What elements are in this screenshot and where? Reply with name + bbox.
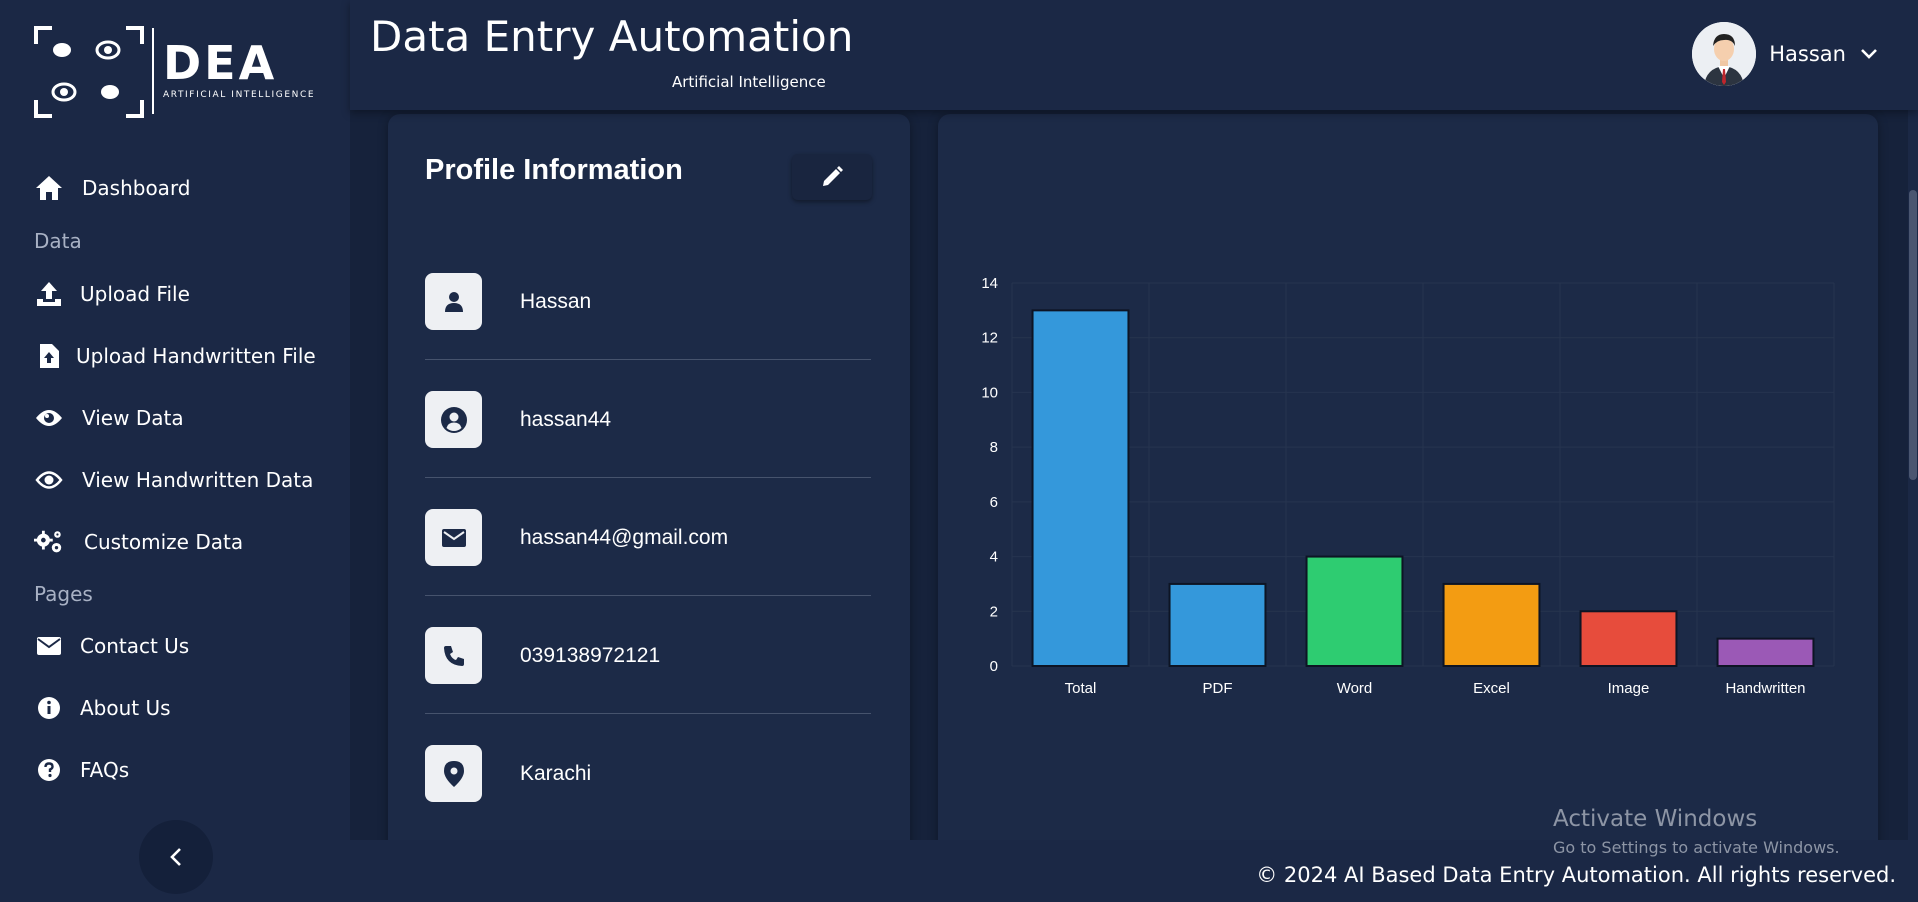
page-subtitle: Artificial Intelligence: [672, 73, 826, 91]
bar: [1442, 582, 1541, 667]
y-tick-label: 4: [990, 549, 998, 566]
section-label-data: Data: [34, 229, 82, 253]
profile-email-value: hassan44@gmail.com: [520, 526, 729, 549]
profile-phone-value: 039138972121: [520, 644, 661, 667]
logo-text: DEA: [163, 36, 278, 90]
file-type-bar-chart: 0 2 4 6 8 10 12 14 Total PDF Word Excel Image Handwri…: [981, 275, 1835, 697]
logo-divider: [152, 28, 154, 114]
sidebar-item-label: Contact Us: [80, 634, 190, 658]
sidebar-item-faqs[interactable]: FAQs: [34, 750, 129, 790]
profile-row-email: hassan44@gmail.com: [425, 478, 871, 596]
user-icon: [425, 273, 482, 330]
logo[interactable]: DEA ARTIFICIAL INTELLIGENCE: [0, 0, 350, 130]
sidebar-item-label: Customize Data: [84, 530, 244, 554]
sidebar-item-view-data[interactable]: View Data: [34, 398, 184, 438]
cogs-icon: [34, 527, 64, 557]
y-tick-label: 12: [981, 330, 998, 347]
logo-mark-icon: [34, 26, 144, 118]
pencil-icon: [823, 166, 843, 186]
home-icon: [34, 173, 64, 203]
user-menu[interactable]: Hassan: [1692, 22, 1878, 86]
email-icon: [425, 509, 482, 566]
upload-icon: [34, 279, 64, 309]
main-scrollbar[interactable]: [1908, 110, 1918, 840]
sidebar-item-dashboard[interactable]: Dashboard: [34, 168, 191, 208]
profile-row-location: Karachi: [425, 714, 871, 832]
chevron-left-icon: [170, 848, 181, 866]
sidebar-item-upload-file[interactable]: Upload File: [34, 274, 190, 314]
chevron-down-icon: [1861, 49, 1877, 59]
sidebar-item-label: Upload Handwritten File: [76, 344, 316, 368]
info-icon: [34, 693, 64, 723]
profile-card: Profile Information Hassan hassan44 hass…: [388, 114, 910, 840]
bar: [1168, 582, 1267, 667]
bar: [1579, 610, 1678, 667]
sidebar: DEA ARTIFICIAL INTELLIGENCE Dashboard Da…: [0, 0, 350, 902]
activate-windows-title: Activate Windows: [1553, 806, 1758, 832]
phone-icon: [425, 627, 482, 684]
top-bar: Data Entry Automation Artificial Intelli…: [350, 0, 1918, 110]
y-tick-label: 10: [981, 384, 998, 401]
sidebar-item-view-handwritten-data[interactable]: View Handwritten Data: [34, 460, 313, 500]
sidebar-item-label: View Data: [82, 406, 184, 430]
x-tick-label: PDF: [1203, 680, 1233, 697]
main-content: Profile Information Hassan hassan44 hass…: [350, 110, 1918, 840]
scrollbar-thumb[interactable]: [1909, 190, 1917, 480]
sidebar-item-label: About Us: [80, 696, 171, 720]
sidebar-item-label: Dashboard: [82, 176, 191, 200]
sidebar-item-about-us[interactable]: About Us: [34, 688, 171, 728]
bar: [1305, 555, 1404, 668]
collapse-sidebar-button[interactable]: [139, 820, 213, 894]
profile-row-name: Hassan: [425, 242, 871, 360]
sidebar-item-label: Upload File: [80, 282, 190, 306]
edit-profile-button[interactable]: [792, 154, 872, 200]
x-tick-label: Excel: [1473, 680, 1510, 697]
chart-card: 0 2 4 6 8 10 12 14 Total PDF Word Excel Image Handwri…: [938, 114, 1878, 840]
eye-icon: [34, 403, 64, 433]
profile-row-phone: 039138972121: [425, 596, 871, 714]
bar: [1031, 309, 1130, 667]
file-upload-icon: [34, 341, 64, 371]
sidebar-item-customize-data[interactable]: Customize Data: [34, 522, 243, 562]
page-title: Data Entry Automation: [370, 12, 854, 61]
eye-outline-icon: [34, 465, 64, 495]
x-tick-label: Word: [1337, 680, 1373, 697]
y-tick-label: 8: [990, 439, 998, 456]
copyright-text: © 2024 AI Based Data Entry Automation. A…: [1256, 863, 1896, 887]
y-tick-label: 2: [990, 603, 998, 620]
x-tick-label: Image: [1608, 680, 1650, 697]
sidebar-item-label: View Handwritten Data: [82, 468, 314, 492]
x-tick-label: Total: [1065, 680, 1097, 697]
question-icon: [34, 755, 64, 785]
y-tick-label: 6: [990, 494, 998, 511]
x-tick-label: Handwritten: [1725, 680, 1805, 697]
section-label-pages: Pages: [34, 582, 93, 606]
profile-username-value: hassan44: [520, 408, 612, 431]
logo-subtext: ARTIFICIAL INTELLIGENCE: [163, 90, 316, 100]
user-circle-icon: [425, 391, 482, 448]
profile-title: Profile Information: [425, 154, 683, 186]
user-name: Hassan: [1769, 42, 1846, 66]
y-tick-label: 0: [990, 658, 998, 675]
envelope-icon: [34, 631, 64, 661]
activate-windows-subtitle: Go to Settings to activate Windows.: [1553, 838, 1840, 857]
y-tick-label: 14: [981, 275, 998, 292]
bar: [1716, 637, 1815, 668]
sidebar-item-upload-handwritten-file[interactable]: Upload Handwritten File: [34, 336, 316, 376]
profile-name-value: Hassan: [520, 290, 592, 313]
profile-row-username: hassan44: [425, 360, 871, 478]
profile-city-value: Karachi: [520, 762, 592, 785]
sidebar-item-contact-us[interactable]: Contact Us: [34, 626, 189, 666]
avatar: [1692, 22, 1757, 86]
location-pin-icon: [425, 745, 482, 802]
sidebar-item-label: FAQs: [80, 758, 130, 782]
